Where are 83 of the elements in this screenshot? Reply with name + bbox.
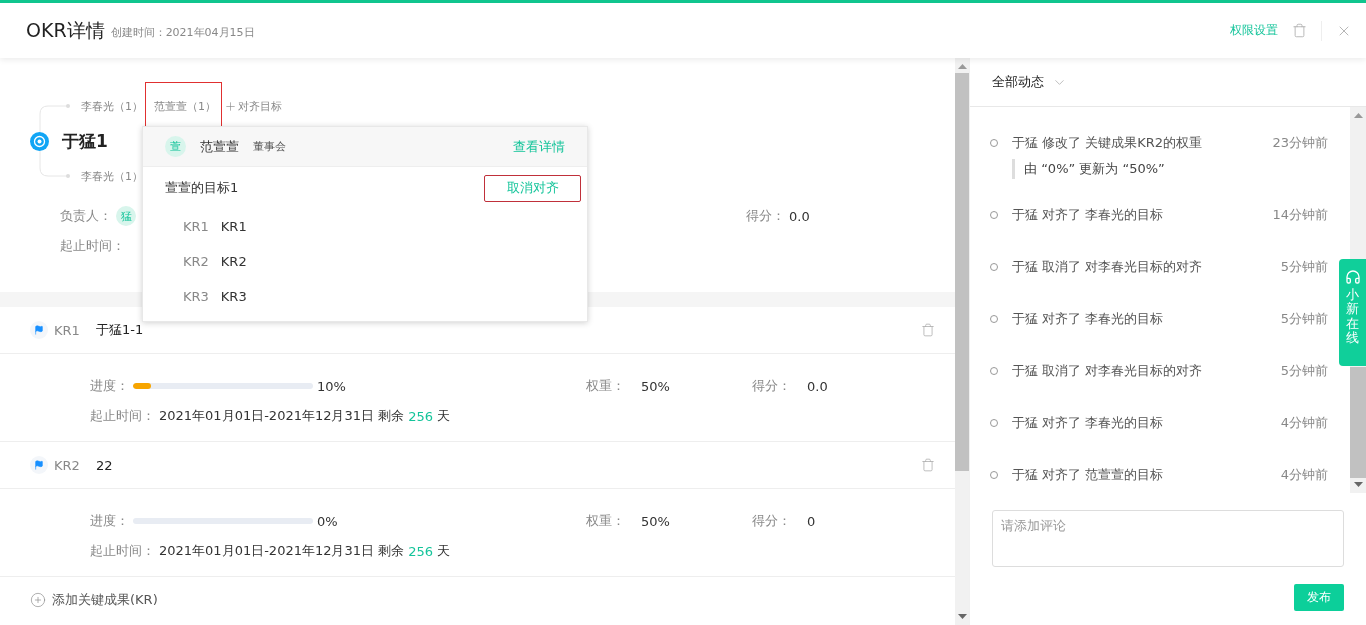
created-date: 创建时间：2021年04月15日: [110, 24, 255, 40]
progress-value: 10%: [317, 378, 346, 394]
cancel-alignment-button[interactable]: 取消对齐: [484, 174, 581, 202]
period-label: 起止时间：: [90, 407, 155, 425]
target-icon: [30, 131, 49, 151]
kr-code: KR3: [183, 289, 209, 304]
activity-time: 23分钟前: [1272, 134, 1328, 152]
period-label: 起止时间：: [60, 237, 125, 255]
delete-icon[interactable]: [921, 458, 935, 472]
support-tab[interactable]: 小新在线: [1339, 259, 1366, 366]
kr-code: KR1: [54, 322, 81, 338]
scrollbar-thumb[interactable]: [1350, 367, 1366, 478]
weight-value: 50%: [641, 378, 670, 394]
kr-code: KR2: [183, 254, 209, 269]
activity-text: 于猛 对齐了 李春光的目标: [1012, 206, 1165, 224]
activity-text: 于猛 取消了 对李春光目标的对齐: [1012, 362, 1204, 380]
page-title: OKR详情: [26, 17, 105, 43]
user-avatar: 萱: [165, 136, 186, 157]
scrollbar[interactable]: [955, 58, 969, 625]
kr-code: KR2: [54, 457, 81, 473]
activity-detail: 由 “0%” 更新为 “50%”: [1012, 159, 1328, 179]
department: 董事会: [253, 139, 286, 154]
activity-time: 14分钟前: [1272, 206, 1328, 224]
activity-text: 于猛 对齐了 李春光的目标: [1012, 310, 1165, 328]
objective-title: 于猛1: [62, 129, 108, 153]
weight-value: 50%: [641, 513, 670, 529]
kr-title: KR2: [220, 254, 247, 269]
activity-filter[interactable]: 全部动态: [992, 73, 1044, 91]
delete-icon[interactable]: [1292, 23, 1307, 38]
score-label: 得分：: [752, 377, 791, 395]
days-remaining: 256: [408, 408, 433, 424]
period-value: 2021年01月01日-2021年12月31日 剩余: [159, 542, 405, 560]
scroll-up-icon[interactable]: [957, 63, 967, 69]
plus-icon: [224, 99, 237, 113]
score-value: 0.0: [807, 378, 828, 394]
plus-circle-icon: [30, 592, 46, 608]
period-value: 2021年01月01日-2021年12月31日 剩余: [159, 407, 405, 425]
score-value: 0.0: [789, 208, 810, 224]
period-label: 起止时间：: [90, 542, 155, 560]
weight-label: 权重：: [586, 377, 625, 395]
kr-code: KR1: [183, 219, 209, 234]
progress-label: 进度：: [90, 512, 129, 530]
add-kr-button[interactable]: 添加关键成果(KR): [0, 577, 955, 623]
comment-field[interactable]: 请添加评论: [992, 510, 1344, 567]
progress-label: 进度：: [90, 377, 129, 395]
align-objective-button[interactable]: 对齐目标: [224, 98, 282, 114]
score-value: 0: [807, 513, 816, 529]
activity-time: 4分钟前: [1280, 414, 1328, 432]
progress-value: 0%: [317, 513, 338, 529]
kr-title: 22: [96, 457, 113, 473]
user-name: 范萱萱: [200, 137, 239, 156]
permission-link[interactable]: 权限设置: [1230, 22, 1278, 39]
weight-label: 权重：: [586, 512, 625, 530]
days-remaining: 256: [408, 543, 433, 559]
view-details-link[interactable]: 查看详情: [513, 137, 565, 156]
kr-title: KR1: [220, 219, 247, 234]
aligned-objective-link[interactable]: 李春光（1）: [81, 168, 143, 184]
scroll-down-icon[interactable]: [957, 614, 967, 620]
activity-time: 5分钟前: [1280, 362, 1328, 380]
activity-text: 于猛 对齐了 范萱萱的目标: [1012, 466, 1165, 484]
aligned-objective-link[interactable]: 李春光（1）: [81, 98, 143, 114]
objective-title: 萱萱的目标1: [165, 179, 239, 197]
activity-time: 5分钟前: [1280, 258, 1328, 276]
delete-icon[interactable]: [921, 323, 935, 337]
score-label: 得分：: [752, 512, 791, 530]
activity-text: 于猛 对齐了 李春光的目标: [1012, 414, 1165, 432]
activity-text: 于猛 修改了 关键成果KR2的权重: [1012, 134, 1204, 152]
kr-title: KR3: [220, 289, 247, 304]
publish-button[interactable]: 发布: [1294, 584, 1344, 611]
owner-label: 负责人：: [60, 207, 112, 225]
days-unit: 天: [437, 407, 450, 425]
flag-icon: [30, 456, 48, 474]
activity-time: 4分钟前: [1280, 466, 1328, 484]
owner-avatar: 猛: [116, 206, 136, 226]
score-label: 得分：: [746, 207, 785, 225]
activity-text: 于猛 取消了 对李春光目标的对齐: [1012, 258, 1204, 276]
flag-icon: [30, 321, 48, 339]
activity-time: 5分钟前: [1280, 310, 1328, 328]
scroll-up-icon[interactable]: [1353, 112, 1363, 118]
kr-title: 于猛1-1: [96, 321, 144, 339]
scroll-down-icon[interactable]: [1353, 482, 1363, 488]
days-unit: 天: [437, 542, 450, 560]
headset-icon: [1344, 269, 1361, 285]
